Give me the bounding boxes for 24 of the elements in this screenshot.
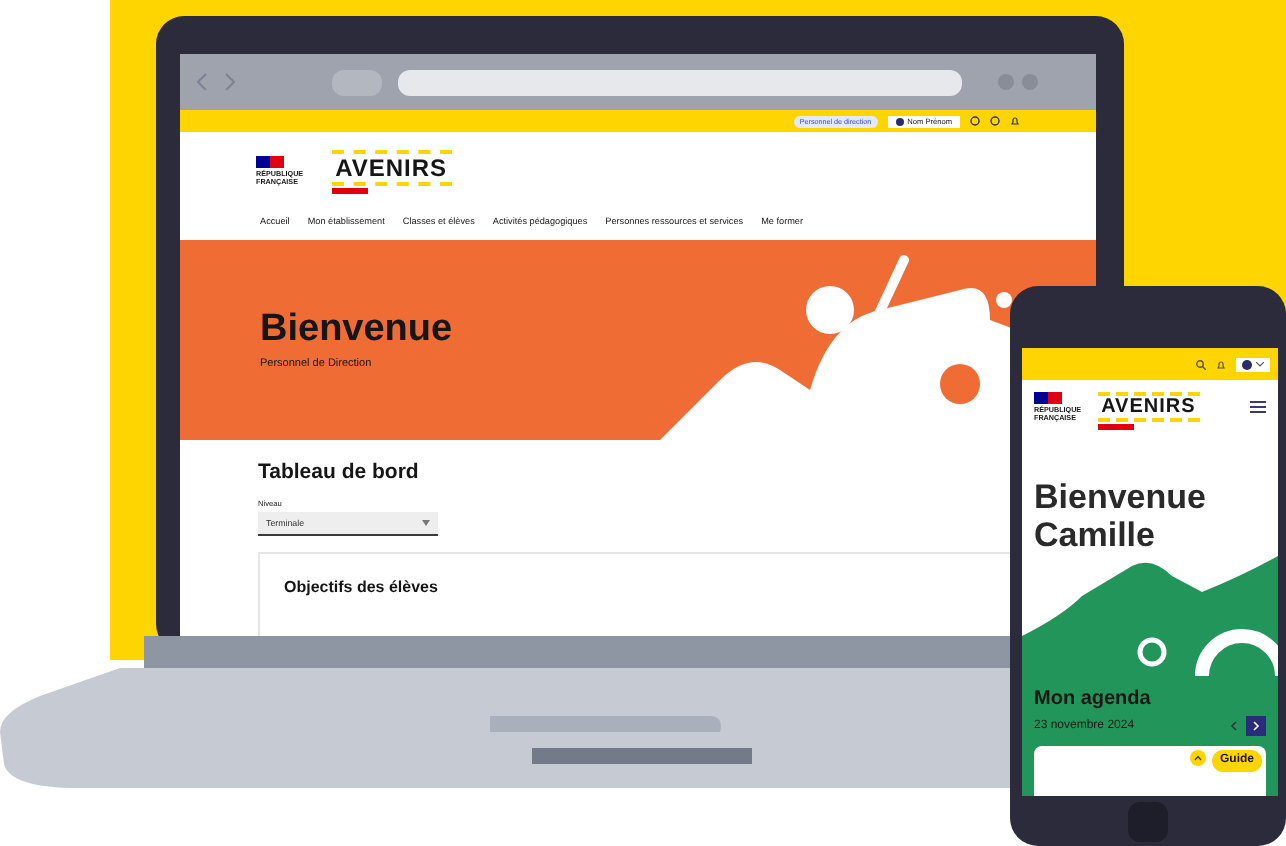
flag-icon [1034, 392, 1062, 404]
bell-icon[interactable] [1010, 116, 1020, 126]
hero-title: Bienvenue [260, 308, 455, 352]
caret-icon [422, 520, 430, 526]
user-menu-button[interactable] [1236, 357, 1270, 371]
welcome-title: Bienvenue Camille [1032, 476, 1208, 556]
user-icon [1242, 359, 1252, 369]
next-icon [1252, 720, 1260, 732]
next-button[interactable] [1246, 716, 1266, 736]
brand-logo: AVENIRS [331, 150, 452, 186]
sub-logo-icon [1097, 424, 1134, 430]
menu-icon[interactable] [1250, 400, 1266, 414]
flag-icon [256, 156, 284, 169]
section-title: Tableau de bord [258, 460, 421, 484]
caret-icon [1256, 361, 1264, 367]
bell-icon[interactable] [1216, 359, 1226, 369]
brand-logo: AVENIRS [1097, 392, 1200, 422]
user-icon [895, 117, 904, 125]
previous-icon[interactable] [1230, 720, 1238, 732]
agenda-title: Mon agenda [1034, 688, 1153, 710]
search-icon[interactable] [1196, 359, 1206, 369]
sub-logo-icon [331, 188, 368, 194]
chevron-up-icon[interactable] [1189, 750, 1206, 766]
card-title: Objectifs des élèves [284, 578, 440, 596]
